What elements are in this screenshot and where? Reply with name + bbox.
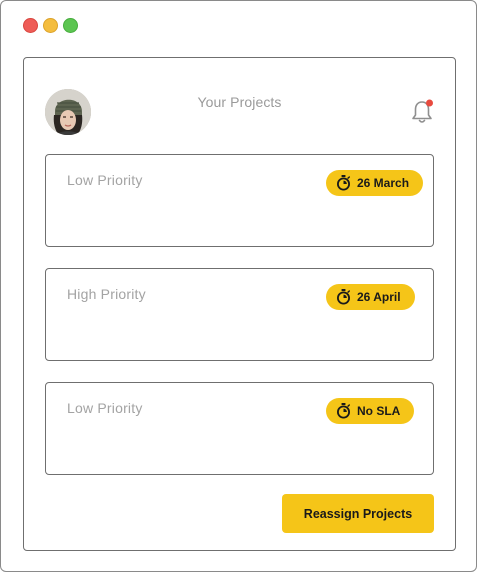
sla-badge: 26 April [326,284,415,310]
app-window: Your Projects Low Priority 26 March High… [0,0,477,572]
sla-date: 26 April [357,290,401,304]
project-item[interactable]: High Priority 26 April [45,268,434,361]
sla-badge: 26 March [326,170,424,196]
project-priority: High Priority [67,286,146,302]
window-maximize-button[interactable] [63,18,78,33]
notification-dot [426,99,433,107]
notifications-button[interactable] [409,98,435,126]
project-item[interactable]: Low Priority No SLA [45,382,434,475]
bell-icon [412,99,433,123]
project-item[interactable]: Low Priority 26 March [45,154,434,247]
stopwatch-icon [337,289,351,305]
project-priority: Low Priority [67,400,143,416]
stopwatch-icon [337,403,351,419]
sla-badge: No SLA [326,398,415,424]
page-title: Your Projects [197,94,282,110]
reassign-projects-button[interactable]: Reassign Projects [282,494,434,533]
projects-card: Your Projects Low Priority 26 March High… [23,57,456,551]
window-minimize-button[interactable] [43,18,58,33]
sla-date: No SLA [357,404,401,418]
window-close-button[interactable] [23,18,38,33]
sla-date: 26 March [357,176,410,190]
project-priority: Low Priority [67,172,143,188]
stopwatch-icon [337,175,351,191]
